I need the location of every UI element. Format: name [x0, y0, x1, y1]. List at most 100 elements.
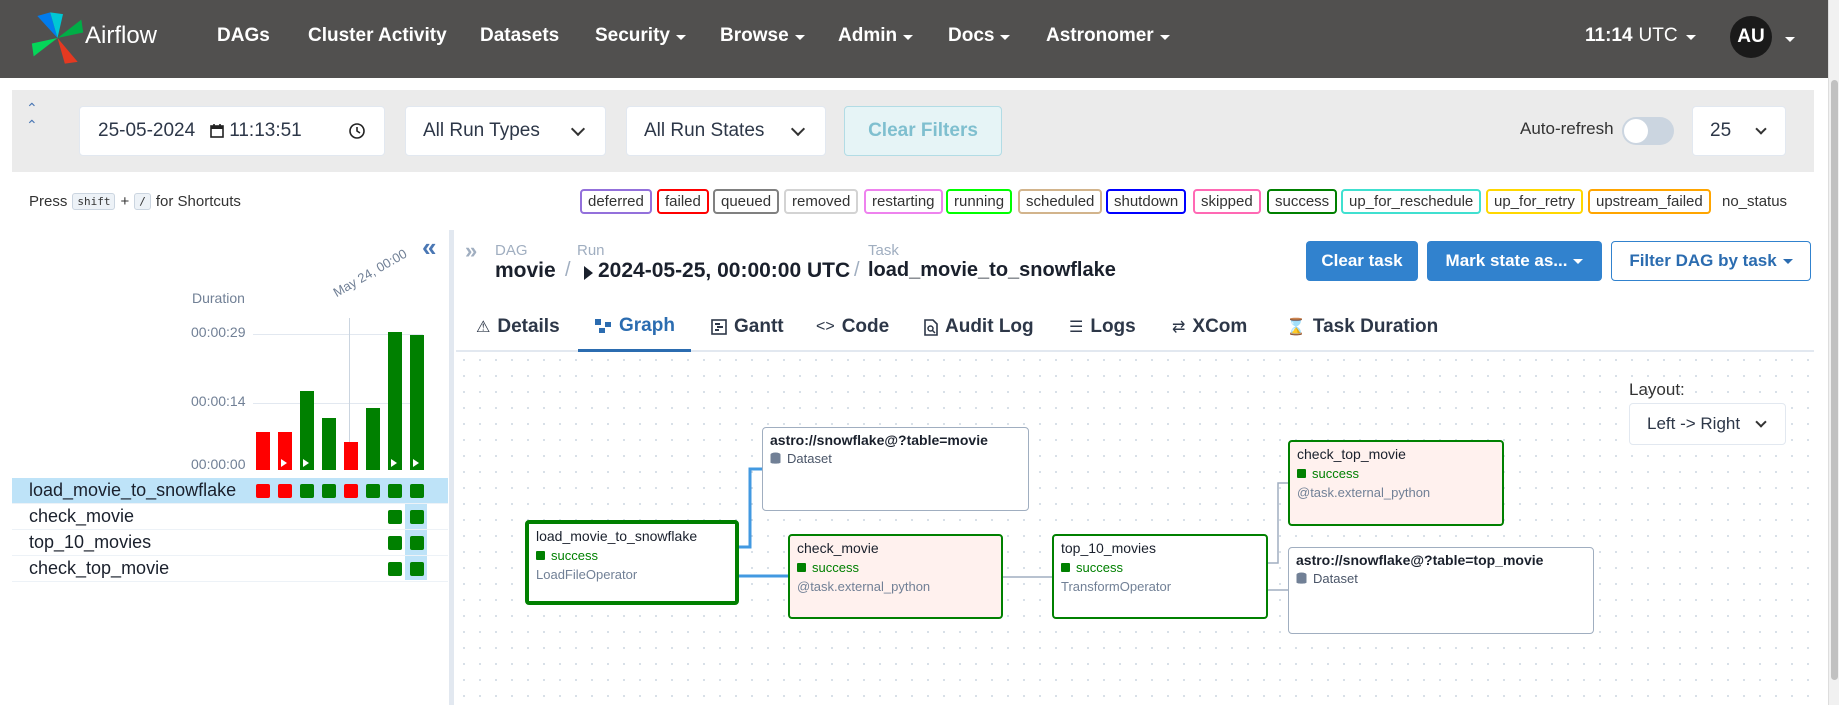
nav-docs[interactable]: Docs: [948, 25, 1011, 47]
duration-bar[interactable]: [256, 432, 270, 470]
legend-shutdown[interactable]: shutdown: [1106, 189, 1187, 214]
scrollbar-thumb[interactable]: [1831, 80, 1838, 680]
nav-admin[interactable]: Admin: [838, 25, 914, 47]
layout-select[interactable]: Left -> Right: [1629, 403, 1786, 445]
legend-upstream-failed[interactable]: upstream_failed: [1588, 189, 1711, 214]
tab-logs[interactable]: ☰ Logs: [1069, 302, 1136, 352]
legend-removed[interactable]: removed: [784, 189, 859, 214]
tab-gantt[interactable]: Gantt: [711, 302, 784, 352]
shortcuts-suffix: for Shortcuts: [155, 193, 241, 210]
clock-icon[interactable]: [348, 122, 366, 140]
duration-bar[interactable]: [366, 408, 380, 470]
duration-bar[interactable]: [410, 335, 424, 470]
node-status: success: [1061, 560, 1259, 575]
node-dataset-movie[interactable]: astro://snowflake@?table=movie Dataset: [762, 427, 1029, 511]
clear-task-button[interactable]: Clear task: [1306, 241, 1418, 281]
node-load-movie-to-snowflake[interactable]: load_movie_to_snowflake success LoadFile…: [525, 520, 739, 605]
nav-astronomer[interactable]: Astronomer: [1046, 25, 1170, 47]
task-name[interactable]: load_movie_to_snowflake: [29, 480, 236, 501]
collapse-filters-icon[interactable]: ⌃ ⌃: [26, 100, 38, 134]
task-name[interactable]: check_top_movie: [29, 558, 169, 579]
node-top-10-movies[interactable]: top_10_movies success TransformOperator: [1052, 534, 1268, 619]
base-date-input[interactable]: 25-05-2024 11:13:51: [79, 106, 385, 156]
tab-graph[interactable]: Graph: [578, 302, 691, 352]
legend-failed[interactable]: failed: [657, 189, 709, 214]
task-name[interactable]: check_movie: [29, 506, 134, 527]
task-instance-cell[interactable]: [388, 510, 402, 524]
node-operator: @task.external_python: [797, 579, 931, 594]
task-row[interactable]: top_10_movies: [12, 530, 448, 556]
task-instance-cell[interactable]: [322, 484, 336, 498]
breadcrumb-dag[interactable]: movie: [495, 259, 556, 283]
task-row[interactable]: check_movie: [12, 504, 448, 530]
auto-refresh-toggle[interactable]: [1622, 117, 1674, 145]
task-instance-cell[interactable]: [256, 484, 270, 498]
task-instance-cell[interactable]: [410, 510, 424, 524]
node-check-movie[interactable]: check_movie success @task.external_pytho…: [788, 534, 1003, 619]
duration-bar[interactable]: [344, 442, 358, 470]
nav-browse[interactable]: Browse: [720, 25, 805, 47]
task-instance-cell[interactable]: [278, 484, 292, 498]
nav-cluster-activity[interactable]: Cluster Activity: [308, 25, 447, 47]
duration-bar[interactable]: [322, 418, 336, 470]
node-operator: TransformOperator: [1061, 579, 1172, 594]
node-dataset-top-movie[interactable]: astro://snowflake@?table=top_movie Datas…: [1288, 547, 1594, 634]
nav-datasets[interactable]: Datasets: [480, 25, 559, 47]
task-instance-cell[interactable]: [410, 562, 424, 576]
user-avatar[interactable]: AU: [1730, 16, 1772, 58]
breadcrumb-run[interactable]: 2024-05-25, 00:00:00 UTC: [598, 259, 850, 283]
task-instance-cell[interactable]: [300, 484, 314, 498]
tab-code[interactable]: <> Code: [816, 302, 889, 352]
tab-details[interactable]: ⚠ Details: [476, 302, 560, 352]
legend-up-for-retry[interactable]: up_for_retry: [1486, 189, 1583, 214]
tab-xcom[interactable]: ⇄ XCom: [1172, 302, 1247, 352]
run-states-select[interactable]: All Run States: [626, 106, 826, 156]
panel-splitter[interactable]: [449, 230, 454, 705]
airflow-logo-icon[interactable]: [30, 8, 85, 68]
legend-success[interactable]: success: [1267, 189, 1338, 214]
calendar-icon[interactable]: [209, 123, 225, 139]
filter-dag-button[interactable]: Filter DAG by task: [1611, 241, 1811, 281]
task-row[interactable]: check_top_movie: [12, 556, 448, 582]
task-instance-cell[interactable]: [410, 536, 424, 550]
duration-bar[interactable]: [278, 432, 292, 470]
expand-grid-icon[interactable]: »: [465, 238, 477, 264]
brand-name[interactable]: Airflow: [85, 22, 157, 50]
clear-filters-button[interactable]: Clear Filters: [844, 106, 1002, 156]
legend-restarting[interactable]: restarting: [864, 189, 943, 214]
nav-security[interactable]: Security: [595, 25, 686, 47]
mark-state-label: Mark state as...: [1445, 251, 1568, 270]
task-instance-cell[interactable]: [344, 484, 358, 498]
tab-task-duration[interactable]: ⌛ Task Duration: [1286, 302, 1438, 352]
nav-datasets-label: Datasets: [480, 25, 560, 46]
duration-bar[interactable]: [388, 332, 402, 470]
nav-dags[interactable]: DAGs: [217, 25, 270, 47]
legend-queued[interactable]: queued: [713, 189, 780, 214]
node-check-top-movie[interactable]: check_top_movie success @task.external_p…: [1288, 440, 1504, 526]
collapse-grid-icon[interactable]: «: [422, 232, 437, 263]
num-runs-select[interactable]: 25: [1692, 106, 1786, 156]
task-instance-cell[interactable]: [388, 484, 402, 498]
breadcrumb-task[interactable]: load_movie_to_snowflake: [868, 259, 1116, 282]
legend-skipped[interactable]: skipped: [1193, 189, 1261, 214]
task-instance-cell[interactable]: [410, 484, 424, 498]
legend-no-status[interactable]: no_status: [1714, 189, 1795, 214]
user-menu-caret-icon[interactable]: [1785, 37, 1795, 42]
duration-bar[interactable]: [300, 391, 314, 470]
task-name[interactable]: top_10_movies: [29, 532, 151, 553]
legend-running[interactable]: running: [946, 189, 1013, 214]
slash-key: /: [134, 193, 151, 210]
page-scrollbar[interactable]: [1828, 0, 1839, 705]
mark-state-button[interactable]: Mark state as...: [1427, 241, 1602, 281]
task-instance-cell[interactable]: [388, 562, 402, 576]
legend-scheduled[interactable]: scheduled: [1018, 189, 1103, 214]
task-row[interactable]: load_movie_to_snowflake: [12, 478, 448, 504]
task-instance-cell[interactable]: [388, 536, 402, 550]
node-status: success: [536, 548, 728, 563]
legend-deferred[interactable]: deferred: [580, 189, 652, 214]
tab-audit-log[interactable]: Audit Log: [924, 302, 1034, 352]
legend-up-for-reschedule[interactable]: up_for_reschedule: [1341, 189, 1482, 214]
run-types-select[interactable]: All Run Types: [405, 106, 606, 156]
task-instance-cell[interactable]: [366, 484, 380, 498]
timezone-clock[interactable]: 11:14 UTC: [1585, 25, 1696, 47]
